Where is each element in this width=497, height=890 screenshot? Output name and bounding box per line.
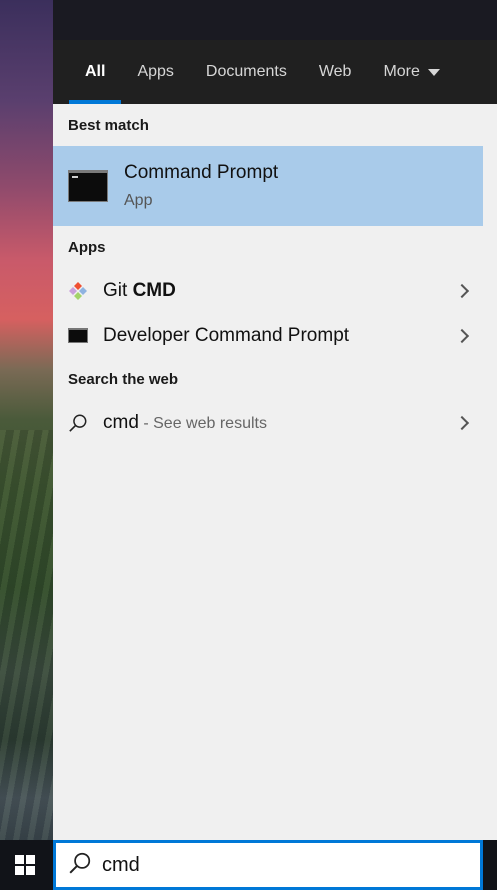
tab-more[interactable]: More (367, 40, 455, 104)
tab-apps-label: Apps (137, 63, 174, 80)
search-input[interactable] (102, 853, 462, 877)
web-result-cmd[interactable]: cmd - See web results (53, 400, 483, 445)
best-match-subtitle: App (124, 192, 153, 209)
best-match-title: Command Prompt (124, 162, 279, 183)
tab-web[interactable]: Web (303, 40, 368, 104)
tab-apps[interactable]: Apps (121, 40, 189, 104)
git-icon (68, 281, 88, 301)
chevron-right-icon[interactable] (454, 283, 470, 298)
best-match-command-prompt[interactable]: Command Prompt App (53, 146, 483, 226)
web-result-label: cmd - See web results (103, 412, 267, 434)
search-icon (68, 413, 88, 433)
command-prompt-icon (68, 326, 88, 346)
desktop-wallpaper (0, 0, 53, 840)
start-button[interactable] (0, 840, 50, 890)
chevron-right-icon[interactable] (454, 415, 470, 430)
tab-documents[interactable]: Documents (190, 40, 303, 104)
search-web-header: Search the web (68, 370, 179, 388)
web-result-query: cmd (103, 411, 139, 433)
app-result-label: Developer Command Prompt (103, 324, 350, 346)
tab-more-label: More (383, 63, 420, 80)
app-result-match: CMD (132, 279, 176, 301)
search-panel: All Apps Documents Web More Best match C… (53, 40, 497, 840)
best-match-header: Best match (68, 116, 149, 134)
command-prompt-icon (68, 170, 108, 202)
chevron-right-icon[interactable] (454, 328, 470, 343)
windows-logo-icon (15, 855, 35, 875)
app-result-git-cmd[interactable]: Git CMD (53, 268, 483, 313)
app-result-developer-command-prompt[interactable]: Developer Command Prompt (53, 313, 483, 358)
tab-all[interactable]: All (69, 40, 122, 104)
app-result-label: Git CMD (103, 280, 176, 302)
filter-tabs: All Apps Documents Web More (53, 40, 497, 104)
app-result-prefix: Git (103, 279, 133, 301)
apps-header: Apps (68, 238, 106, 256)
tab-all-label: All (85, 63, 106, 80)
dropdown-caret-icon (427, 68, 440, 76)
tab-web-label: Web (318, 63, 352, 80)
search-icon (68, 851, 92, 880)
tab-documents-label: Documents (205, 63, 287, 80)
taskbar-search-box[interactable] (53, 840, 483, 890)
web-result-suffix: - See web results (138, 414, 267, 432)
